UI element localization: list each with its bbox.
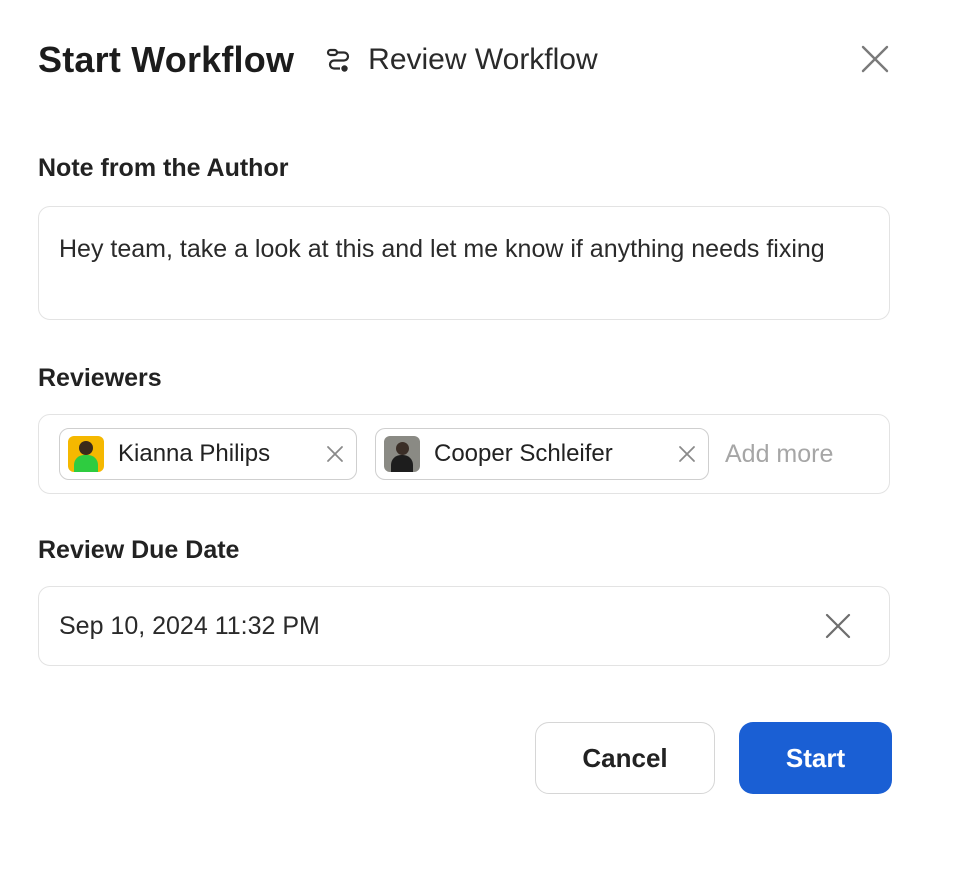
- avatar: [384, 436, 420, 472]
- workflow-tag: Review Workflow: [326, 43, 598, 77]
- reviewer-chip[interactable]: Cooper Schleifer: [375, 428, 709, 480]
- reviewers-label: Reviewers: [38, 364, 162, 392]
- start-button[interactable]: Start: [739, 722, 892, 794]
- reviewer-name: Kianna Philips: [118, 440, 271, 467]
- remove-reviewer-button[interactable]: [676, 443, 698, 465]
- due-date-field[interactable]: Sep 10, 2024 11:32 PM: [38, 586, 890, 666]
- author-note-textarea[interactable]: Hey team, take a look at this and let me…: [38, 206, 890, 320]
- workflow-name: Review Workflow: [368, 43, 598, 76]
- close-icon: [327, 446, 343, 462]
- close-icon: [861, 45, 889, 73]
- close-icon: [825, 613, 851, 639]
- reviewer-chip[interactable]: Kianna Philips: [59, 428, 357, 480]
- close-button[interactable]: [858, 42, 892, 76]
- remove-reviewer-button[interactable]: [324, 443, 346, 465]
- due-date-value: Sep 10, 2024 11:32 PM: [59, 611, 320, 640]
- clear-date-button[interactable]: [821, 609, 855, 643]
- close-icon: [679, 446, 695, 462]
- dialog-header: Start Workflow Review Workflow: [38, 38, 898, 82]
- note-label: Note from the Author: [38, 154, 289, 182]
- workflow-icon: [326, 47, 352, 73]
- dialog-title: Start Workflow: [38, 39, 295, 80]
- reviewers-field[interactable]: Kianna Philips Cooper Schleifer: [38, 414, 890, 494]
- cancel-button[interactable]: Cancel: [535, 722, 715, 794]
- avatar: [68, 436, 104, 472]
- add-reviewer-input[interactable]: [723, 438, 857, 470]
- due-date-label: Review Due Date: [38, 536, 240, 564]
- reviewer-name: Cooper Schleifer: [434, 440, 613, 467]
